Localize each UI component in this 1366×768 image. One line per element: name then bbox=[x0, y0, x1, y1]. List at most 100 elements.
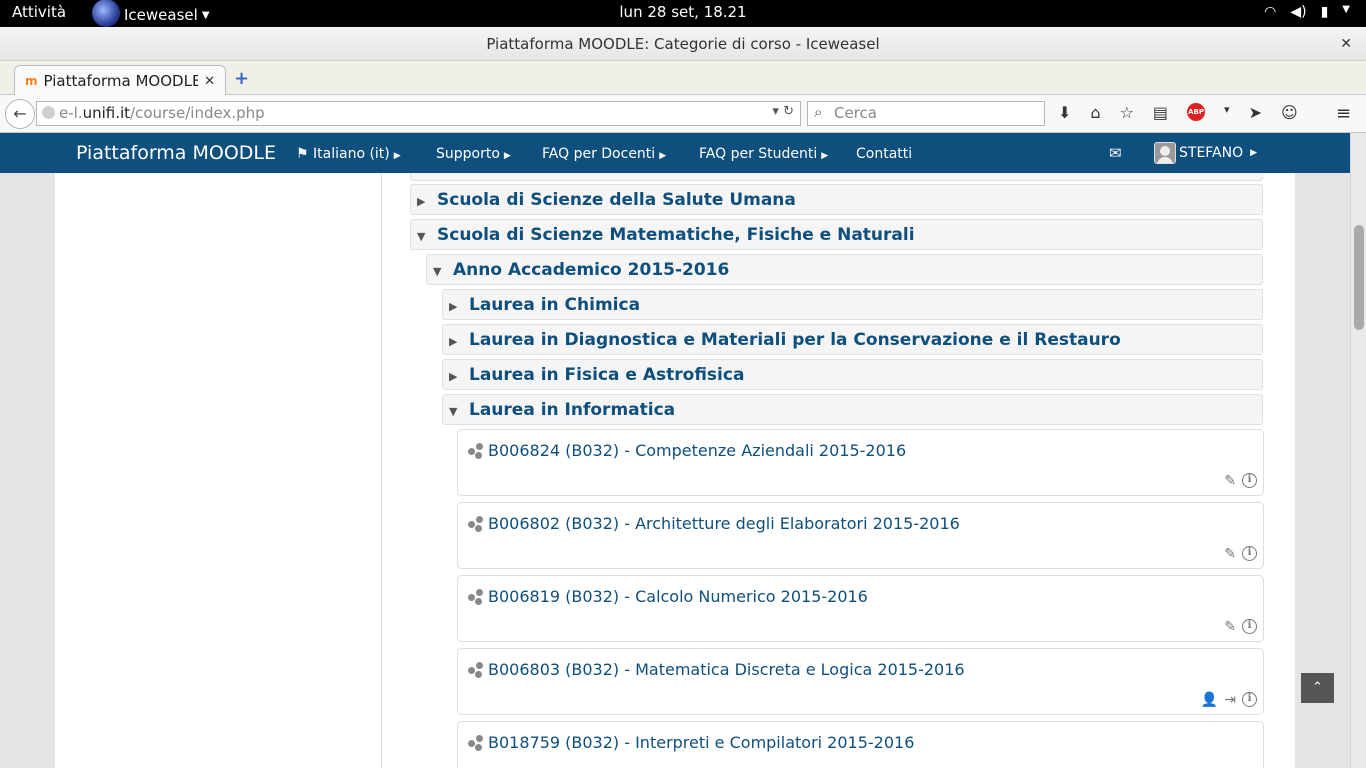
moodle-navbar: Piattaforma MOODLE ⚑ Italiano (it) ▶ Supp… bbox=[0, 133, 1350, 173]
send-icon[interactable]: ➤ bbox=[1249, 103, 1262, 122]
chevron-up-icon: ⌃ bbox=[1312, 680, 1323, 695]
chat-icon[interactable]: ☺ bbox=[1281, 103, 1298, 122]
category-salute[interactable]: ▶ Scuola di Scienze della Salute Umana bbox=[410, 184, 1263, 215]
faq-teachers-menu[interactable]: FAQ per Docenti ▶ bbox=[542, 146, 666, 162]
battery-icon: ▮ bbox=[1320, 4, 1329, 20]
caret-down-icon: ▼ bbox=[449, 405, 458, 418]
course-actions: 👤 ⇥ i bbox=[1201, 692, 1257, 708]
chevron-down-icon: ▼ bbox=[201, 9, 210, 21]
home-icon[interactable]: ⌂ bbox=[1090, 103, 1100, 122]
browser-tab[interactable]: m Piattaforma MOODLE... ✕ bbox=[14, 65, 226, 96]
category-label: Laurea in Chimica bbox=[469, 295, 641, 315]
bookmarks-menu-icon[interactable]: ▤ bbox=[1153, 103, 1168, 122]
category-fisica[interactable]: ▶ Laurea in Fisica e Astrofisica bbox=[442, 359, 1263, 390]
category-label: Scuola di Scienze della Salute Umana bbox=[437, 190, 796, 210]
moodle-favicon-icon: m bbox=[25, 74, 38, 88]
course-icon bbox=[468, 662, 484, 678]
chevron-down-icon: ▼ bbox=[1342, 4, 1350, 15]
course-link[interactable]: B006819 (B032) - Calcolo Numerico 2015-2… bbox=[488, 587, 868, 606]
caret-right-icon: ▶ bbox=[503, 151, 511, 161]
wifi-icon: ◠ bbox=[1264, 4, 1277, 20]
back-to-top-button[interactable]: ⌃ bbox=[1301, 673, 1334, 703]
course-link[interactable]: B006803 (B032) - Matematica Discreta e L… bbox=[488, 660, 965, 679]
course-actions: ✎ i bbox=[1224, 546, 1257, 562]
system-tray[interactable]: ◠ ◀) ▮ ▼ bbox=[1264, 4, 1350, 20]
system-top-bar: Attività Iceweasel ▼ lun 28 set, 18.21 ◠… bbox=[0, 0, 1366, 27]
caret-right-icon: ▶ bbox=[821, 151, 829, 161]
messages-envelope-icon[interactable]: ✉ bbox=[1109, 144, 1122, 162]
category-label: Scuola di Scienze Matematiche, Fisiche e… bbox=[437, 225, 915, 245]
user-menu[interactable]: STEFANO ▶ bbox=[1154, 142, 1257, 164]
caret-down-icon: ▼ bbox=[433, 265, 442, 278]
language-menu-label: Italiano (it) bbox=[313, 146, 390, 162]
search-bar[interactable]: ⌕ Cerca bbox=[807, 101, 1045, 126]
download-icon[interactable]: ⬇ bbox=[1058, 103, 1071, 122]
course-link[interactable]: B018759 (B032) - Interpreti e Compilator… bbox=[488, 733, 914, 752]
course-link[interactable]: B006802 (B032) - Architetture degli Elab… bbox=[488, 514, 960, 533]
course-icon bbox=[468, 516, 484, 532]
caret-right-icon: ▶ bbox=[417, 195, 426, 208]
navigation-toolbar: ← e-l.unifi.it/course/index.php ▾ ↻ ⌕ Ce… bbox=[0, 95, 1366, 133]
info-icon[interactable]: i bbox=[1242, 692, 1257, 707]
adblock-icon[interactable]: ABP bbox=[1187, 103, 1206, 121]
category-label: Anno Accademico 2015-2016 bbox=[453, 260, 730, 280]
close-tab-icon[interactable]: ✕ bbox=[204, 74, 215, 89]
info-icon[interactable]: i bbox=[1242, 619, 1257, 634]
window-close-icon[interactable]: ✕ bbox=[1340, 27, 1352, 61]
dropdown-icon[interactable]: ▾ bbox=[772, 104, 779, 119]
category-informatica[interactable]: ▼ Laurea in Informatica bbox=[442, 394, 1263, 425]
category-row-partial[interactable] bbox=[410, 173, 1263, 181]
edit-enrol-icon[interactable]: ✎ bbox=[1224, 473, 1236, 489]
course-icon bbox=[468, 589, 484, 605]
self-enrol-icon[interactable]: ⇥ bbox=[1224, 692, 1236, 708]
edit-enrol-icon[interactable]: ✎ bbox=[1224, 619, 1236, 635]
course-icon bbox=[468, 443, 484, 459]
language-menu[interactable]: ⚑ Italiano (it) ▶ bbox=[296, 146, 401, 162]
support-menu[interactable]: Supporto ▶ bbox=[436, 146, 511, 162]
page-content: ▶ Scuola di Scienze della Salute Umana ▼ S… bbox=[0, 173, 1350, 768]
scrollbar-thumb[interactable] bbox=[1354, 225, 1364, 330]
chevron-down-icon[interactable]: ▾ bbox=[1224, 103, 1230, 122]
url-bar[interactable]: e-l.unifi.it/course/index.php ▾ ↻ bbox=[36, 101, 801, 126]
contacts-label: Contatti bbox=[856, 146, 913, 162]
course-link[interactable]: B006824 (B032) - Competenze Aziendali 20… bbox=[488, 441, 906, 460]
category-label: Laurea in Informatica bbox=[469, 400, 676, 420]
category-label: Laurea in Fisica e Astrofisica bbox=[469, 365, 745, 385]
url-prefix: e-l. bbox=[59, 104, 83, 122]
url-host: unifi.it bbox=[82, 104, 131, 122]
contacts-link[interactable]: Contatti bbox=[856, 146, 912, 162]
activities-button[interactable]: Attività bbox=[12, 3, 66, 21]
tab-title: Piattaforma MOODLE... bbox=[43, 72, 199, 90]
edit-enrol-icon[interactable]: ✎ bbox=[1224, 546, 1236, 562]
tab-strip: m Piattaforma MOODLE... ✕ + bbox=[0, 61, 1366, 96]
info-icon[interactable]: i bbox=[1242, 546, 1257, 561]
course-card: B018759 (B032) - Interpreti e Compilator… bbox=[457, 721, 1264, 768]
faq-teachers-label: FAQ per Docenti bbox=[542, 146, 656, 162]
reload-icon[interactable]: ↻ bbox=[783, 104, 794, 119]
back-arrow-icon: ← bbox=[13, 104, 27, 123]
window-title: Piattaforma MOODLE: Categorie di corso -… bbox=[486, 35, 880, 53]
new-tab-icon[interactable]: + bbox=[234, 68, 249, 89]
site-identity-icon[interactable] bbox=[42, 106, 55, 119]
category-mfn[interactable]: ▼ Scuola di Scienze Matematiche, Fisiche … bbox=[410, 219, 1263, 250]
bookmark-star-icon[interactable]: ☆ bbox=[1120, 103, 1134, 122]
app-menu[interactable]: Iceweasel ▼ bbox=[92, 0, 210, 27]
faq-students-menu[interactable]: FAQ per Studenti ▶ bbox=[699, 146, 828, 162]
iceweasel-icon bbox=[92, 0, 120, 27]
category-label: Laurea in Diagnostica e Materiali per la… bbox=[469, 330, 1121, 350]
category-chimica[interactable]: ▶ Laurea in Chimica bbox=[442, 289, 1263, 320]
volume-icon: ◀) bbox=[1290, 4, 1307, 20]
site-brand[interactable]: Piattaforma MOODLE bbox=[76, 142, 276, 164]
guest-user-icon[interactable]: 👤 bbox=[1201, 692, 1218, 708]
caret-right-icon: ▶ bbox=[659, 151, 667, 161]
user-name: STEFANO bbox=[1179, 145, 1244, 161]
search-icon: ⌕ bbox=[814, 103, 823, 121]
info-icon[interactable]: i bbox=[1242, 473, 1257, 488]
category-diagnostica[interactable]: ▶ Laurea in Diagnostica e Materiali per l… bbox=[442, 324, 1263, 355]
hamburger-menu-icon[interactable]: ≡ bbox=[1336, 103, 1351, 124]
back-button[interactable]: ← bbox=[5, 99, 35, 129]
category-anno[interactable]: ▼ Anno Accademico 2015-2016 bbox=[426, 254, 1263, 285]
page-scrollbar[interactable] bbox=[1350, 133, 1366, 768]
url-tools: ▾ ↻ bbox=[772, 104, 794, 119]
support-menu-label: Supporto bbox=[436, 146, 500, 162]
